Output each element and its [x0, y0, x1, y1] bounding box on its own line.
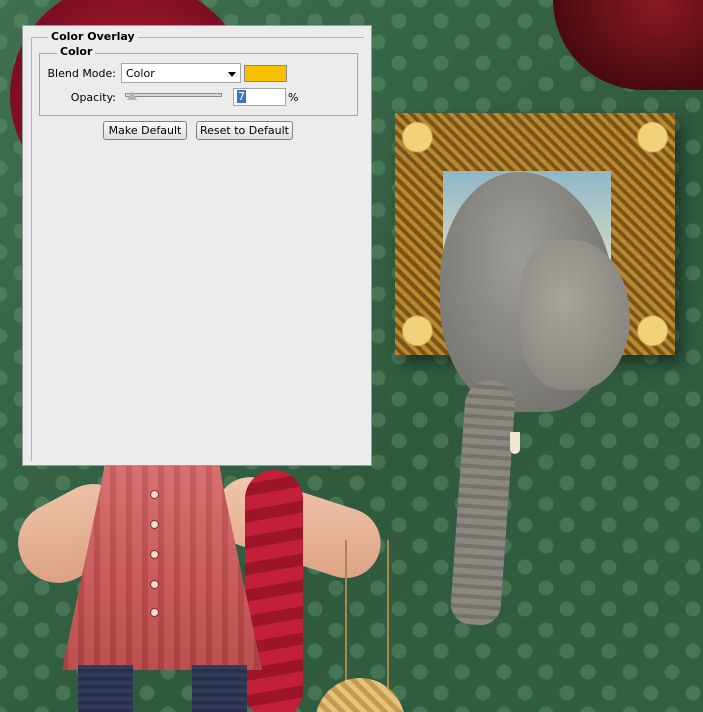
group-title: Color [57, 45, 96, 58]
make-default-button[interactable]: Make Default [103, 121, 187, 140]
girl-left-leg [78, 665, 133, 712]
elephant-tusk [510, 432, 520, 454]
dress-button [150, 550, 159, 559]
blend-mode-label: Blend Mode: [47, 67, 117, 80]
blend-mode-value: Color [126, 67, 155, 80]
basket-rope [345, 540, 389, 690]
straw-basket [315, 678, 405, 712]
girl-right-leg [192, 665, 247, 712]
red-curtain [553, 0, 703, 90]
dress-button [150, 580, 159, 589]
chevron-down-icon [228, 72, 236, 77]
blend-mode-select[interactable]: Color [121, 63, 241, 83]
percent-unit: % [288, 91, 299, 104]
overlay-color-swatch[interactable] [244, 65, 287, 82]
section-title: Color Overlay [48, 30, 138, 43]
opacity-label: Opacity: [70, 91, 116, 104]
opacity-input[interactable]: 7 [233, 88, 286, 106]
opacity-slider-thumb[interactable] [126, 91, 137, 101]
elephant-ear [520, 240, 630, 390]
dress-button [150, 490, 159, 499]
opacity-slider-track[interactable] [125, 93, 222, 97]
elephant-trunk [449, 378, 517, 627]
opacity-value: 7 [237, 90, 246, 103]
color-overlay-panel: Color Overlay Color Blend Mode: Color Op… [22, 25, 372, 466]
dress-button [150, 520, 159, 529]
reset-to-default-button[interactable]: Reset to Default [196, 121, 293, 140]
dress-button [150, 608, 159, 617]
girl-hair-braid [245, 470, 303, 712]
